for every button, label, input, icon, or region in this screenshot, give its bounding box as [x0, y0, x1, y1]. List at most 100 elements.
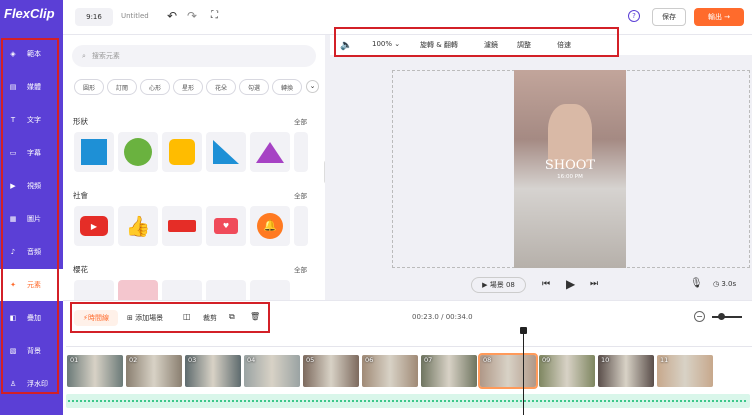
delete-icon[interactable]: 🗑	[250, 312, 260, 321]
fullscreen-icon[interactable]: ⛶	[211, 10, 218, 21]
undo-icon[interactable]: ↶	[167, 9, 177, 23]
speed-button[interactable]: 倍速	[557, 40, 571, 50]
timeline-label: 時間線	[87, 314, 109, 322]
filter-chip[interactable]: 訂閱	[107, 79, 137, 95]
sidebar-item[interactable]: ▭ 字幕	[0, 137, 63, 169]
element-bell[interactable]: 🔔	[250, 206, 290, 246]
zoom-slider[interactable]	[712, 316, 742, 318]
element-partial[interactable]	[294, 132, 308, 172]
time-total: 00:34.0	[445, 313, 473, 321]
timeline-button[interactable]: ⚡ 時間線	[74, 310, 118, 326]
trim-button[interactable]: 裁剪	[203, 313, 217, 323]
chevron-down-icon[interactable]: ⌄	[306, 80, 319, 93]
sidebar-item-label: 音頻	[27, 248, 41, 256]
add-scene-button[interactable]: ⊞ 添加場景	[127, 313, 163, 323]
audio-waveform	[68, 400, 748, 402]
duplicate-icon[interactable]: ⧉	[229, 312, 235, 322]
export-button[interactable]: 輸出 →	[694, 8, 744, 26]
zoom-out-icon[interactable]: −	[694, 311, 705, 322]
filter-chip[interactable]: 星形	[173, 79, 203, 95]
clip-number: 05	[306, 356, 315, 364]
see-all-shapes[interactable]: 全部	[294, 116, 314, 126]
timeline-clip[interactable]: 09	[539, 355, 595, 387]
rounded-square-shape	[169, 139, 195, 165]
sidebar-item[interactable]: ✦ 元素	[0, 269, 63, 301]
sidebar-item[interactable]: ▧ 背景	[0, 335, 63, 367]
search-input[interactable]: ⌕ 搜索元素	[72, 45, 316, 67]
adjust-button[interactable]: 調整	[517, 40, 531, 50]
filter-chip[interactable]: 心形	[140, 79, 170, 95]
add-scene-icon: ⊞	[127, 314, 136, 322]
playhead-handle[interactable]	[520, 327, 527, 334]
sidebar-item[interactable]: ▶ 視頻	[0, 170, 63, 202]
duration-display[interactable]: ◷ 3.0s	[713, 280, 736, 288]
timeline-clip[interactable]: 10	[598, 355, 654, 387]
timeline-clip[interactable]: 04	[244, 355, 300, 387]
element-triangle[interactable]	[250, 132, 290, 172]
sidebar-item-label: 媒體	[27, 83, 41, 91]
elements-panel	[63, 35, 325, 315]
split-icon[interactable]: ◫	[183, 312, 191, 321]
element-like-count[interactable]: ♥	[206, 206, 246, 246]
see-all-sakura[interactable]: 全部	[294, 264, 314, 274]
volume-icon[interactable]: 🔈	[340, 40, 352, 51]
element-square[interactable]	[74, 132, 114, 172]
timeline-clip[interactable]: 01	[67, 355, 123, 387]
audio-track[interactable]	[66, 394, 750, 408]
export-label: 輸出 →	[707, 13, 731, 21]
element-right-triangle[interactable]	[206, 132, 246, 172]
clip-number: 11	[660, 356, 669, 364]
preview-subline[interactable]: 16:00 PM	[514, 174, 626, 180]
timeline-clip[interactable]: 05	[303, 355, 359, 387]
filter-chip[interactable]: 花朵	[206, 79, 236, 95]
sidebar-item-label: 元素	[27, 281, 41, 289]
scene-button[interactable]: ▶ 場景 08	[471, 277, 526, 293]
sidebar-item[interactable]: ◧ 疊加	[0, 302, 63, 334]
timeline-clip[interactable]: 08	[478, 353, 538, 389]
timeline-clip[interactable]: 07	[421, 355, 477, 387]
search-icon: ⌕	[82, 51, 86, 60]
next-icon[interactable]: ⏭	[590, 279, 598, 289]
timeline-clip[interactable]: 06	[362, 355, 418, 387]
play-icon-main[interactable]: ▶	[566, 277, 575, 291]
timeline-clip[interactable]: 02	[126, 355, 182, 387]
timeline-toolbar	[63, 300, 752, 335]
sidebar-item-label: 背景	[27, 347, 41, 355]
help-icon[interactable]: ?	[628, 10, 640, 22]
microphone-icon[interactable]: 🎙	[690, 278, 703, 289]
zoom-slider-handle[interactable]	[718, 313, 725, 320]
timeline-clip[interactable]: 11	[657, 355, 713, 387]
sidebar-item[interactable]: ◈ 範本	[0, 38, 63, 70]
save-button[interactable]: 保存	[652, 8, 686, 26]
timeline-clip[interactable]: 03	[185, 355, 241, 387]
sidebar-item[interactable]: ♪ 音頻	[0, 236, 63, 268]
video-preview[interactable]: SHOOT 16:00 PM	[514, 70, 626, 268]
circle-shape	[124, 138, 152, 166]
element-circle[interactable]	[118, 132, 158, 172]
sidebar-item[interactable]: ▤ 媒體	[0, 71, 63, 103]
element-rounded-square[interactable]	[162, 132, 202, 172]
sidebar-item[interactable]: ▦ 圖片	[0, 203, 63, 235]
top-bar: 9:16 Untitled ↶ ↷ ⛶ ? 保存 輸出 →	[63, 0, 752, 35]
zoom-dropdown[interactable]: 100% ⌄	[372, 40, 400, 48]
filter-chip[interactable]: 轉換	[272, 79, 302, 95]
filter-button[interactable]: 濾鏡	[484, 40, 498, 50]
element-youtube[interactable]: ▶	[74, 206, 114, 246]
playhead[interactable]	[523, 327, 524, 415]
clip-number: 07	[424, 356, 433, 364]
project-title[interactable]: Untitled	[121, 12, 149, 20]
element-subscribe[interactable]	[162, 206, 202, 246]
sidebar-item[interactable]: ♙ 浮水印	[0, 368, 63, 400]
text-icon: T	[10, 116, 16, 124]
sidebar-item[interactable]: T 文字	[0, 104, 63, 136]
filter-chip[interactable]: 圓形	[74, 79, 104, 95]
previous-icon[interactable]: ⏮	[542, 279, 550, 289]
element-partial-2[interactable]	[294, 206, 308, 246]
filter-chip[interactable]: 勾選	[239, 79, 269, 95]
redo-icon[interactable]: ↷	[187, 9, 197, 23]
aspect-ratio-button[interactable]: 9:16	[75, 8, 113, 26]
rotate-flip-button[interactable]: 旋轉 & 翻轉	[420, 40, 458, 50]
preview-headline[interactable]: SHOOT	[514, 158, 626, 173]
element-thumbs-up[interactable]: 👍	[118, 206, 158, 246]
see-all-social[interactable]: 全部	[294, 190, 314, 200]
